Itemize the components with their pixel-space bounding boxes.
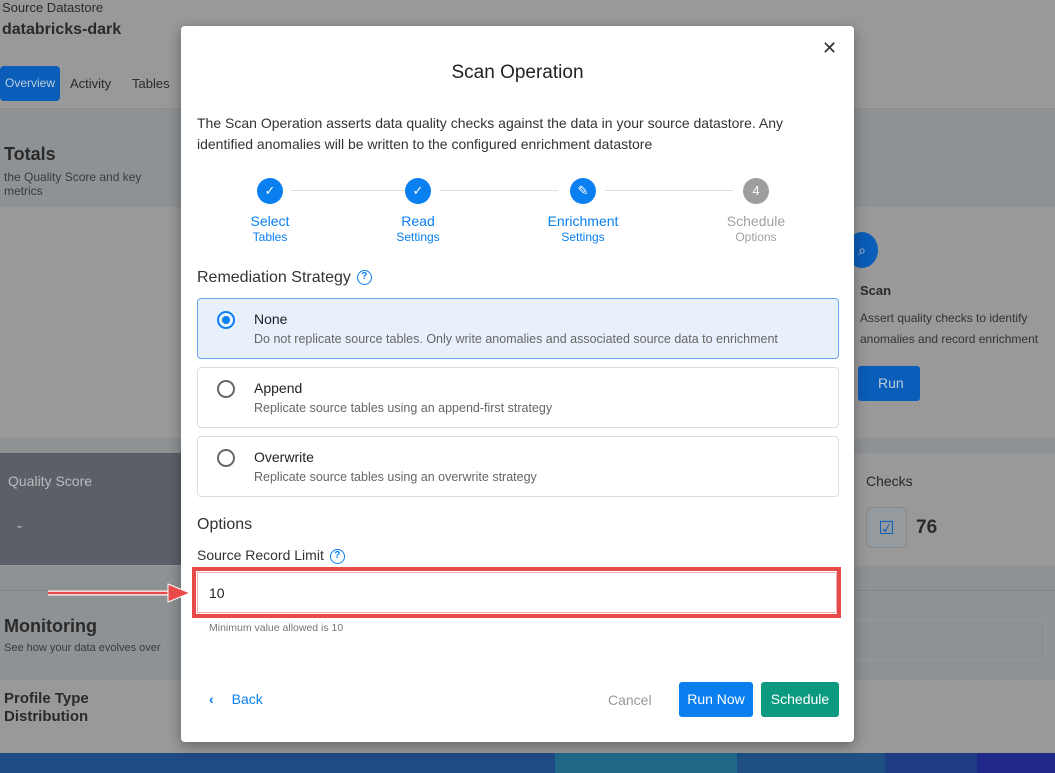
tab-activity[interactable]: Activity — [70, 76, 111, 92]
chevron-left-icon: ‹ — [209, 691, 214, 707]
options-heading: Options — [197, 516, 253, 533]
step-label: Schedule — [726, 213, 786, 229]
checks-icon: ☑ — [866, 507, 907, 548]
close-icon[interactable]: ✕ — [822, 38, 837, 59]
step-read-settings: ✓ Read Settings — [358, 178, 478, 244]
quality-score-label: Quality Score — [8, 473, 93, 489]
help-icon[interactable]: ? — [356, 270, 372, 286]
quality-score-value: - — [17, 518, 23, 535]
option-description: Replicate source tables using an append-… — [254, 401, 553, 415]
check-icon: ✓ — [405, 178, 431, 204]
checks-label: Checks — [866, 473, 913, 489]
remediation-label: Remediation Strategy — [197, 269, 351, 286]
run-now-button[interactable]: Run Now — [679, 682, 753, 717]
option-overwrite[interactable]: Overwrite Replicate source tables using … — [197, 436, 839, 497]
back-button[interactable]: ‹ Back — [209, 691, 263, 707]
remediation-heading: Remediation Strategy? — [197, 269, 372, 287]
step-label: Select — [250, 213, 290, 229]
option-description: Replicate source tables using an overwri… — [254, 470, 537, 484]
option-title: Overwrite — [254, 449, 314, 465]
record-limit-label: Source Record Limit? — [197, 547, 345, 564]
monitoring-input[interactable] — [840, 619, 1046, 660]
record-limit-input[interactable]: 10 — [197, 572, 837, 613]
dialog-title: Scan Operation — [451, 62, 584, 83]
step-label: Enrichment — [547, 213, 619, 229]
run-label: Run — [878, 375, 904, 391]
schedule-button[interactable]: Schedule — [761, 682, 839, 717]
option-none[interactable]: None Do not replicate source tables. Onl… — [197, 298, 839, 359]
dialog-description: The Scan Operation asserts data quality … — [197, 115, 784, 152]
record-limit-text: Source Record Limit — [197, 547, 324, 563]
step-enrichment-settings: ✎ Enrichment Settings — [523, 178, 643, 244]
step-sublabel: Tables — [252, 230, 288, 244]
chart-bar-segment — [555, 753, 737, 773]
back-label: Back — [231, 691, 263, 707]
totals-subtitle: the Quality Score and key metrics — [4, 170, 142, 199]
annotation-arrow-icon — [48, 583, 192, 603]
scan-card-description-2: anomalies and record enrichment — [860, 332, 1039, 346]
radio-none[interactable] — [217, 311, 235, 329]
pencil-icon: ✎ — [570, 178, 596, 204]
chart-bar-segment — [0, 753, 555, 773]
help-icon[interactable]: ? — [329, 548, 345, 564]
chart-bar-segment — [737, 753, 885, 773]
scan-operation-dialog: ✕ Scan Operation The Scan Operation asse… — [181, 26, 854, 742]
step-label: Read — [401, 213, 435, 229]
radio-append[interactable] — [217, 380, 235, 398]
option-append[interactable]: Append Replicate source tables using an … — [197, 367, 839, 428]
option-description: Do not replicate source tables. Only wri… — [254, 332, 778, 346]
step-schedule-options: 4 Schedule Options — [696, 178, 816, 244]
radio-overwrite[interactable] — [217, 449, 235, 467]
step-select-tables: ✓ Select Tables — [210, 178, 330, 244]
step-number: 4 — [743, 178, 769, 204]
chart-bar-segment — [977, 753, 1055, 773]
scan-card-description: Assert quality checks to identify — [860, 311, 1028, 325]
datastore-name: databricks-dark — [2, 21, 122, 38]
tab-tables[interactable]: Tables — [132, 76, 170, 92]
cancel-button[interactable]: Cancel — [608, 692, 652, 708]
quality-score-card — [0, 453, 182, 565]
monitoring-subtitle: See how your data evolves over — [4, 642, 161, 654]
breadcrumb[interactable]: Source Datastore — [2, 0, 103, 16]
scan-card-title: Scan — [860, 283, 892, 298]
tab-overview[interactable]: Overview — [0, 66, 60, 101]
record-limit-hint: Minimum value allowed is 10 — [209, 622, 344, 634]
step-sublabel: Settings — [396, 230, 440, 244]
monitoring-title: Monitoring — [4, 616, 97, 636]
option-title: Append — [254, 380, 303, 396]
chart-bar-segment — [885, 753, 977, 773]
totals-title: Totals — [4, 144, 56, 164]
check-icon: ✓ — [257, 178, 283, 204]
checks-value: 76 — [916, 517, 938, 538]
step-sublabel: Settings — [561, 230, 605, 244]
step-sublabel: Options — [735, 230, 777, 244]
distribution-title: Profile Type Distribution — [4, 690, 89, 725]
option-title: None — [254, 311, 288, 327]
run-button[interactable]: Run — [858, 366, 920, 401]
